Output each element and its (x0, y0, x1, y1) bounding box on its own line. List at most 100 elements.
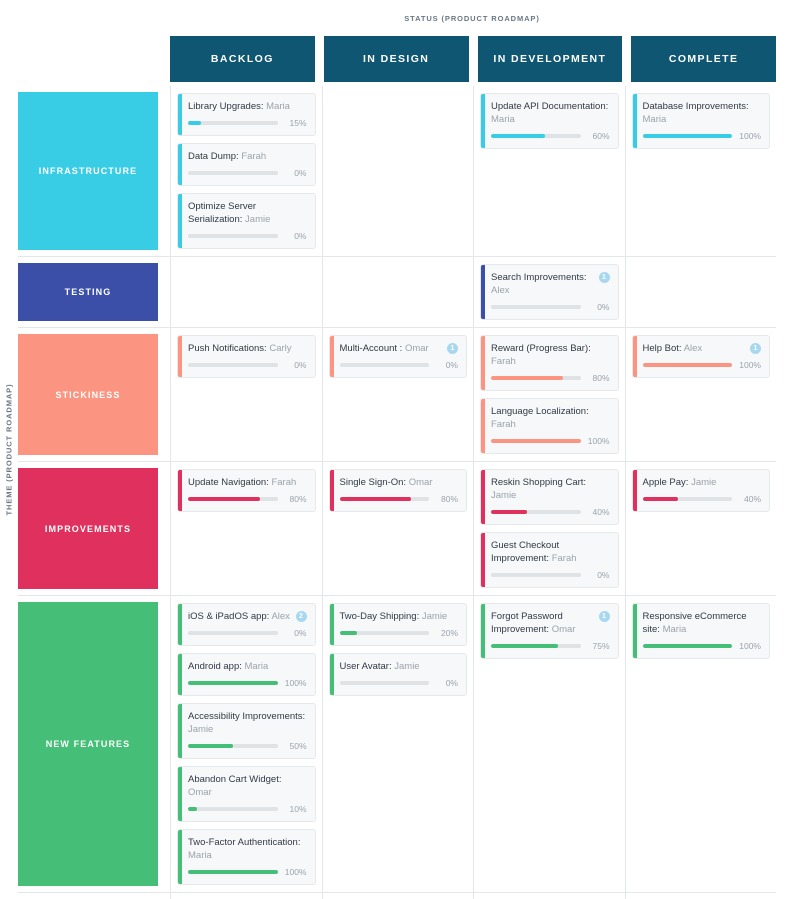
lane-in-design: Multi-Account : Omar 1 0% (321, 328, 474, 461)
progress-percent-label: 0% (445, 360, 458, 370)
theme-label-stickiness[interactable]: STICKINESS (18, 334, 158, 455)
progress-percent-label: 20% (440, 628, 458, 638)
card-text: iOS & iPadOS app: Alex (188, 610, 292, 623)
progress-row: 75% (491, 641, 610, 651)
row-label-cell: TESTING (18, 257, 170, 327)
progress-percent-label: 40% (592, 507, 610, 517)
progress-row: 100% (188, 678, 307, 688)
lane-backlog (170, 893, 322, 899)
board-row: INTEGRATIONS Facebook Integration: Jamie4… (18, 893, 776, 899)
task-card[interactable]: Optimize Server Serialization: Jamie 0% (177, 193, 316, 249)
card-text: Accessibility Improvements: Jamie (188, 710, 307, 736)
card-accent-bar (178, 336, 182, 377)
theme-label-testing[interactable]: TESTING (18, 263, 158, 321)
progress-row: 100% (188, 867, 307, 877)
card-accent-bar (632, 94, 637, 148)
card-text: Reskin Shopping Cart: Jamie (491, 476, 610, 502)
theme-label-improvements[interactable]: IMPROVEMENTS (18, 468, 158, 589)
progress-row: 50% (188, 741, 307, 751)
card-count-badge[interactable]: 1 (447, 343, 458, 354)
progress-row: 15% (188, 118, 307, 128)
card-owner: Alex (491, 285, 510, 296)
task-card[interactable]: Guest Checkout Improvement: Farah 0% (480, 532, 619, 588)
column-header-in-development[interactable]: IN DEVELOPMENT (477, 36, 623, 82)
card-title: Update API Documentation: (491, 101, 609, 112)
task-card[interactable]: Reskin Shopping Cart: Jamie 40% (480, 469, 619, 525)
task-card[interactable]: Two-Day Shipping: Jamie 20% (328, 603, 467, 646)
progress-track (188, 171, 278, 175)
card-owner: Maria (662, 624, 687, 635)
task-card[interactable]: Android app: Maria 100% (177, 653, 316, 696)
card-title: iOS & iPadOS app: (188, 611, 270, 622)
task-card[interactable]: Library Upgrades: Maria 15% (177, 93, 316, 136)
card-header: Reskin Shopping Cart: Jamie (491, 476, 610, 502)
theme-label-new-features[interactable]: NEW FEATURES (18, 602, 158, 886)
card-count-badge[interactable]: 1 (598, 611, 610, 622)
progress-percent-label: 100% (587, 436, 610, 446)
task-card[interactable]: Help Bot: Alex 1 100% (631, 335, 770, 378)
task-card[interactable]: Reward (Progress Bar): Farah 80% (480, 335, 619, 391)
card-count-badge[interactable]: 1 (598, 272, 610, 283)
card-owner: Farah (551, 553, 577, 564)
row-label-cell: STICKINESS (18, 328, 170, 461)
task-card[interactable]: Search Improvements: Alex 1 0% (480, 264, 619, 320)
card-title: Guest Checkout Improvement: (491, 540, 560, 564)
progress-track (339, 363, 429, 367)
card-text: Two-Day Shipping: Jamie (340, 610, 459, 623)
task-card[interactable]: Database Improvements: Maria 100% (631, 93, 770, 149)
task-card[interactable]: Apple Pay: Jamie 40% (631, 469, 770, 512)
column-header-in-design[interactable]: IN DESIGN (323, 36, 469, 82)
progress-track (642, 497, 732, 501)
lane-group: iOS & iPadOS app: Alex 2 0% Android app: Ma… (170, 596, 776, 892)
progress-percent-label: 80% (440, 494, 458, 504)
card-text: Two-Factor Authentication: Maria (188, 836, 307, 862)
card-owner: Jamie (691, 477, 717, 488)
progress-fill (339, 497, 412, 501)
progress-fill (188, 121, 202, 125)
progress-percent-label: 100% (739, 641, 761, 651)
lane-in-design: Single Sign-On: Omar 80% (321, 462, 474, 595)
progress-track (339, 497, 429, 501)
card-text: Apple Pay: Jamie (643, 476, 762, 489)
card-owner: Maria (244, 661, 269, 672)
lane-complete: Responsive eCommerce site: Maria 100% (624, 596, 777, 892)
theme-axis-label: THEME (PRODUCT ROADMAP) (0, 0, 18, 899)
task-card[interactable]: Accessibility Improvements: Jamie 50% (177, 703, 316, 759)
card-header: Guest Checkout Improvement: Farah (491, 539, 610, 565)
card-title: Accessibility Improvements: (188, 711, 306, 722)
task-card[interactable]: Multi-Account : Omar 1 0% (328, 335, 467, 378)
progress-fill (188, 744, 233, 748)
card-text: Android app: Maria (188, 660, 307, 673)
task-card[interactable]: Data Dump: Farah 0% (177, 143, 316, 186)
card-owner: Jamie (421, 611, 448, 622)
task-card[interactable]: Two-Factor Authentication: Maria 100% (177, 829, 316, 885)
task-card[interactable]: Responsive eCommerce site: Maria 100% (631, 603, 770, 659)
lane-complete (624, 257, 777, 327)
row-label-cell: IMPROVEMENTS (18, 462, 170, 595)
column-header-backlog[interactable]: BACKLOG (170, 36, 315, 82)
task-card[interactable]: iOS & iPadOS app: Alex 2 0% (177, 603, 316, 646)
card-owner: Maria (188, 850, 212, 861)
task-card[interactable]: Forgot Password Improvement: Omar 1 75% (480, 603, 619, 659)
column-header-complete[interactable]: COMPLETE (631, 36, 776, 82)
card-title: Search Improvements: (491, 272, 587, 283)
theme-label-infrastructure[interactable]: INFRASTRUCTURE (18, 92, 158, 250)
task-card[interactable]: Abandon Cart Widget: Omar 10% (177, 766, 316, 822)
progress-fill (491, 134, 545, 138)
progress-track (491, 376, 581, 380)
card-accent-bar (178, 194, 182, 248)
lane-backlog: Push Notifications: Carly 0% (170, 328, 322, 461)
card-accent-bar (178, 144, 182, 185)
progress-row: 0% (339, 678, 458, 688)
card-count-badge[interactable]: 1 (750, 343, 761, 354)
task-card[interactable]: Update Navigation: Farah 80% (177, 469, 316, 512)
task-card[interactable]: Push Notifications: Carly 0% (177, 335, 316, 378)
card-text: Library Upgrades: Maria (188, 100, 307, 113)
task-card[interactable]: User Avatar: Jamie 0% (328, 653, 467, 696)
card-count-badge[interactable]: 2 (295, 611, 307, 622)
progress-fill (642, 134, 732, 138)
task-card[interactable]: Language Localization: Farah 100% (480, 398, 619, 454)
card-title: Abandon Cart Widget: (188, 774, 282, 785)
task-card[interactable]: Single Sign-On: Omar 80% (328, 469, 467, 512)
task-card[interactable]: Update API Documentation: Maria 60% (480, 93, 619, 149)
